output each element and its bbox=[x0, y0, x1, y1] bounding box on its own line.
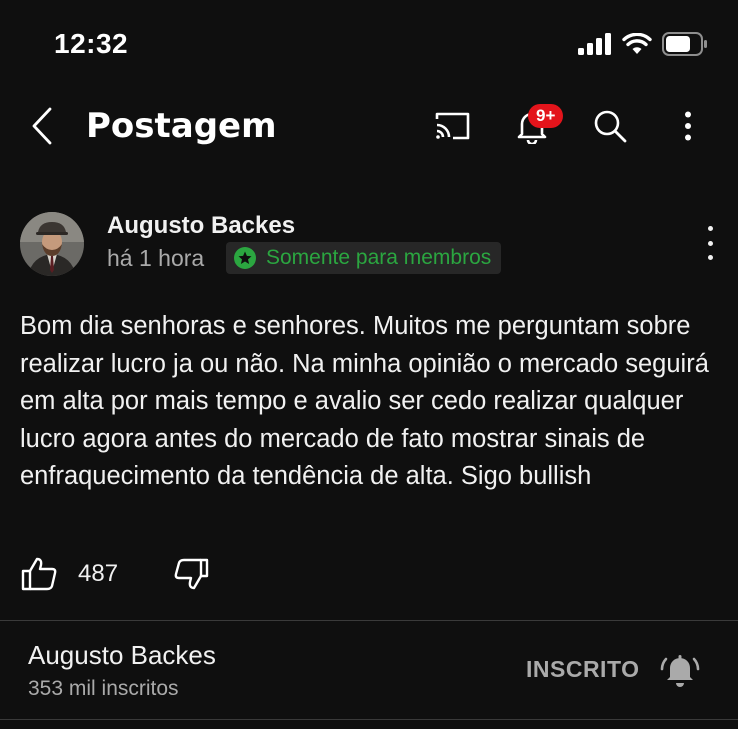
channel-bar[interactable]: Augusto Backes 353 mil inscritos INSCRIT… bbox=[0, 622, 738, 718]
avatar-image bbox=[20, 212, 84, 276]
wifi-icon bbox=[622, 33, 652, 54]
more-options-button[interactable] bbox=[664, 102, 712, 150]
more-dot bbox=[707, 240, 713, 246]
status-icons bbox=[578, 32, 708, 56]
members-only-label: Somente para membros bbox=[266, 246, 492, 269]
like-button[interactable] bbox=[20, 556, 58, 592]
search-icon bbox=[594, 110, 627, 143]
status-bar: 12:32 bbox=[0, 0, 738, 90]
members-star-icon bbox=[234, 247, 256, 269]
divider bbox=[0, 620, 738, 621]
chevron-left-icon bbox=[32, 107, 52, 145]
subscriber-count: 353 mil inscritos bbox=[28, 677, 179, 700]
notifications-button[interactable]: 9+ bbox=[508, 102, 564, 150]
notifications-badge: 9+ bbox=[528, 104, 564, 128]
notification-settings-button[interactable] bbox=[660, 650, 700, 690]
thumbs-down-icon bbox=[174, 558, 209, 590]
subscribed-button[interactable]: INSCRITO bbox=[526, 656, 639, 683]
members-only-chip: Somente para membros bbox=[226, 242, 502, 274]
cast-button[interactable] bbox=[428, 102, 476, 150]
divider bbox=[0, 719, 738, 720]
search-button[interactable] bbox=[586, 102, 634, 150]
more-dot bbox=[707, 255, 713, 260]
page-title: Postagem bbox=[86, 106, 277, 146]
author-avatar[interactable] bbox=[20, 212, 84, 276]
status-time: 12:32 bbox=[54, 28, 129, 59]
post-actions: 487 bbox=[20, 554, 210, 594]
app-header: Postagem 9+ bbox=[0, 90, 738, 166]
more-vertical-icon bbox=[685, 111, 691, 141]
like-count: 487 bbox=[78, 560, 119, 587]
post-body: Bom dia senhoras e senhores. Muitos me p… bbox=[20, 312, 709, 490]
cellular-signal-icon bbox=[578, 33, 611, 55]
battery-icon bbox=[662, 32, 707, 56]
thumbs-up-icon bbox=[21, 557, 57, 591]
author-name[interactable]: Augusto Backes bbox=[107, 212, 295, 240]
back-button[interactable] bbox=[24, 104, 60, 148]
more-vertical-icon bbox=[707, 226, 713, 231]
cast-icon bbox=[435, 112, 470, 140]
dislike-button[interactable] bbox=[174, 557, 210, 591]
channel-name[interactable]: Augusto Backes bbox=[28, 640, 216, 671]
post-more-options-button[interactable] bbox=[700, 226, 720, 260]
bell-ringing-icon bbox=[660, 655, 700, 687]
post-time[interactable]: há 1 hora bbox=[107, 245, 204, 272]
